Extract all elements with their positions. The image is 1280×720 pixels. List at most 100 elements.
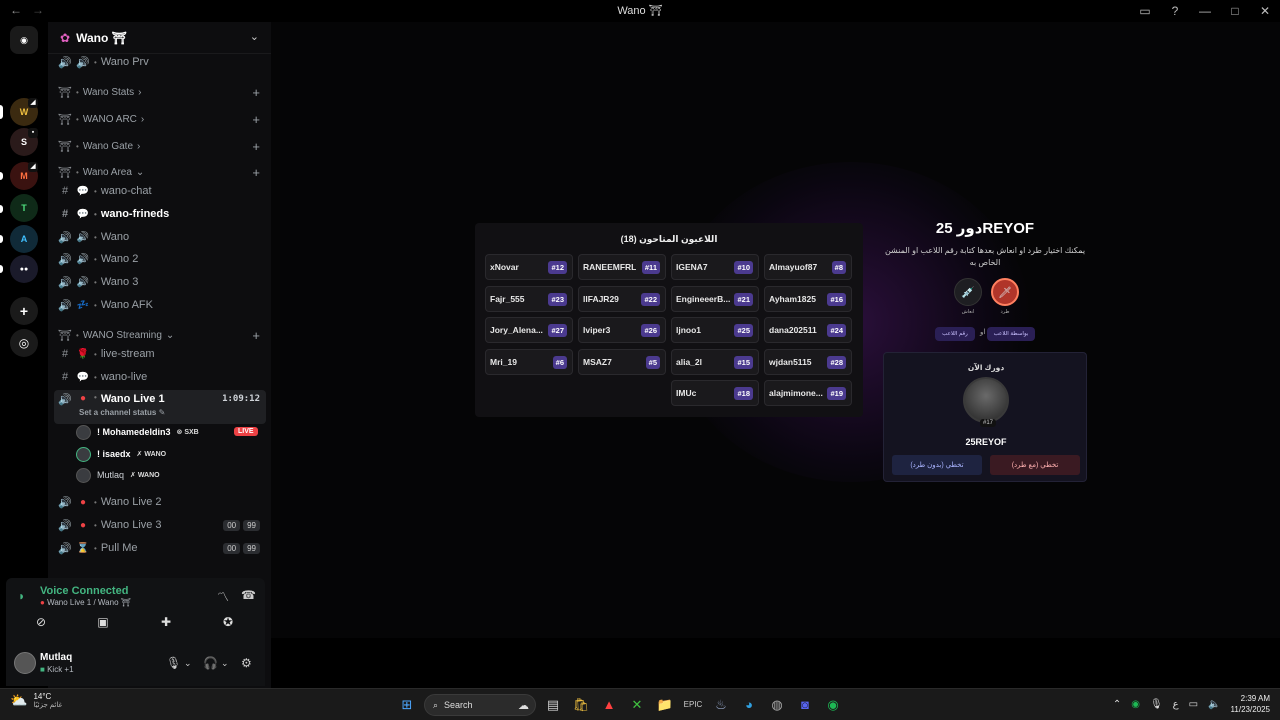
volume-icon[interactable]: 🔈 [1208,699,1220,710]
noise-suppression-icon[interactable]: 〽 [217,588,229,605]
microphone-tray-icon[interactable]: 🎙 [1150,699,1163,710]
channel-voice-active[interactable]: 🔊 ● • Wano Live 1 1:09:12 Set a channel … [54,390,266,424]
mode-mention-button[interactable]: بواسطة اللاعب [987,327,1035,341]
task-view-icon[interactable]: ▤ [542,694,564,716]
maximize-button[interactable]: □ [1220,4,1250,18]
voice-user[interactable]: ! Mohamedeldin3 ⊗ SXB [76,422,199,442]
category[interactable]: ⛩ • WANO ARC › + [54,109,266,129]
channel-text[interactable]: # 💬 • wano-chat [54,181,266,201]
server-icon[interactable]: A [10,225,38,253]
server-icon[interactable]: T [10,194,38,222]
category[interactable]: ⛩ • Wano Stats › + [54,82,266,102]
signal-icon[interactable]: ◗ [18,589,25,603]
revive-action-icon[interactable]: 💉 [954,278,982,306]
channel-text[interactable]: # 🌹 • live-stream [54,344,266,364]
revive-label: انعاش [961,309,975,315]
channel-voice[interactable]: 🔊 🔊 • Wano 2 [54,249,266,269]
spotify-icon[interactable]: ◉ [822,694,844,716]
channel-voice[interactable]: 🔊 🔊 • Wano Prv [54,52,266,72]
channel-text[interactable]: # 💬 • wano-frineds [54,204,266,224]
chevron-down-icon[interactable]: ⌄ [221,658,229,669]
player-card[interactable]: IGENA7 #10 [671,254,759,280]
player-card[interactable]: Almayuof87 #8 [764,254,852,280]
clock[interactable]: 2:39 AM 11/23/2025 [1231,693,1270,715]
kick-action-icon[interactable]: 🗡 [991,278,1019,306]
skip-kick-button[interactable]: تخطي (مع طرد) [990,455,1080,475]
player-card[interactable]: lviper3 #26 [578,317,666,343]
player-card[interactable]: RANEEMFRL #11 [578,254,666,280]
search-box[interactable]: ⌕ Search ☁ [424,694,536,716]
chevron-down-icon[interactable]: ⌄ [184,658,192,669]
username[interactable]: Mutlaq [40,652,72,663]
player-card[interactable]: ljnoo1 #25 [671,317,759,343]
add-server-icon[interactable]: + [10,297,38,325]
chevron-up-icon[interactable]: ⌃ [1113,699,1121,710]
file-explorer-icon[interactable]: 📁 [654,694,676,716]
player-card[interactable]: MSAZ7 #5 [578,349,666,375]
player-card[interactable]: Fajr_555 #23 [485,286,573,312]
channel-voice[interactable]: 🔊 🔊 • Wano 3 [54,272,266,292]
edge-icon[interactable]: ◕ [738,694,760,716]
channel-voice[interactable]: 🔊 ⌛ • Pull Me 00 99 [54,538,266,558]
category[interactable]: ⛩ • WANO Streaming ⌄ + [54,325,266,345]
help-icon[interactable]: ? [1160,4,1190,18]
category[interactable]: ⛩ • Wano Area ⌄ + [54,162,266,182]
avatar[interactable] [14,652,36,674]
player-card[interactable]: wjdan5115 #28 [764,349,852,375]
headphones-icon[interactable]: 🎧 [203,656,218,670]
channel-voice[interactable]: 🔊 💤 • Wano AFK [54,295,266,315]
mode-number-button[interactable]: رقم اللاعب [935,327,975,341]
player-card[interactable]: llFAJR29 #22 [578,286,666,312]
epic-games-icon[interactable]: EPIC [682,694,704,716]
weather-widget[interactable]: ⛅ 14°C غائم جزئيًا [10,692,62,709]
gear-icon[interactable]: ⚙ [241,656,252,670]
player-card[interactable]: EngineeerB... #21 [671,286,759,312]
store-icon[interactable]: 🛍 [570,694,592,716]
language-indicator[interactable]: ع [1173,699,1179,710]
server-header[interactable]: ✿ Wano ⛩ ⌄ [48,22,271,54]
camera-off-button[interactable]: ⊘ [16,615,66,635]
server-folder-icon[interactable]: ●● [10,255,38,283]
voice-status[interactable]: Voice Connected [40,585,128,597]
discord-home-icon[interactable]: ◉ [10,26,38,54]
channel-voice[interactable]: 🔊 ● • Wano Live 2 [54,492,266,512]
channel-text[interactable]: # 💬 • wano-live [54,367,266,387]
player-card[interactable]: alia_2l #15 [671,349,759,375]
steam-icon[interactable]: ♨ [710,694,732,716]
screen-badge-icon: ▪ [28,128,38,138]
player-card[interactable]: dana202511 #24 [764,317,852,343]
screen-share-button[interactable]: ▣ [78,615,128,635]
minimize-button[interactable]: — [1190,4,1220,18]
microphone-icon[interactable]: 🎙 [166,656,181,670]
user-panel: Mutlaq ■ Kick +1 🎙 ⌄ 🎧 ⌄ ⚙ [6,640,265,686]
chevron-down-icon[interactable]: ⌄ [250,30,259,43]
player-card[interactable]: alajmimone... #19 [764,380,852,406]
channel-voice[interactable]: 🔊 ● • Wano Live 3 00 99 [54,515,266,535]
channel-voice[interactable]: 🔊 🔊 • Wano [54,227,266,247]
app-icon[interactable]: ◍ [766,694,788,716]
player-card[interactable]: Jory_Alena... #27 [485,317,573,343]
discord-icon[interactable]: ◙ [794,694,816,716]
inbox-icon[interactable]: ▭ [1130,4,1160,18]
skip-no-kick-button[interactable]: تخطي (بدون طرد) [892,455,982,475]
app-icon[interactable]: ▲ [598,694,620,716]
discover-icon[interactable]: ◎ [10,329,38,357]
player-card[interactable]: Mri_19 #6 [485,349,573,375]
voice-user[interactable]: Mutlaq ✗ WANO [76,465,160,485]
disconnect-icon[interactable]: ☎ [241,588,256,602]
channel-status[interactable]: Set a channel status ✎ [79,408,165,417]
windows-start-icon[interactable]: ⊞ [396,694,418,716]
player-card[interactable]: Ayham1825 #16 [764,286,852,312]
close-button[interactable]: ✕ [1250,4,1280,18]
soundboard-button[interactable]: ✪ [203,615,253,635]
search-icon: ⌕ [433,699,439,710]
network-icon[interactable]: ▭ [1189,699,1198,710]
activities-button[interactable]: ✚ [141,615,191,635]
voice-channel-path[interactable]: ● Wano Live 1 / Wano ⛩ [40,598,131,607]
player-card[interactable]: IMUc #18 [671,380,759,406]
voice-user[interactable]: ! isaedx ✗ WANO [76,444,166,464]
player-card[interactable]: xNovar #12 [485,254,573,280]
spotify-tray-icon[interactable]: ◉ [1131,699,1140,710]
category[interactable]: ⛩ • Wano Gate › + [54,136,266,156]
xbox-icon[interactable]: ✕ [626,694,648,716]
